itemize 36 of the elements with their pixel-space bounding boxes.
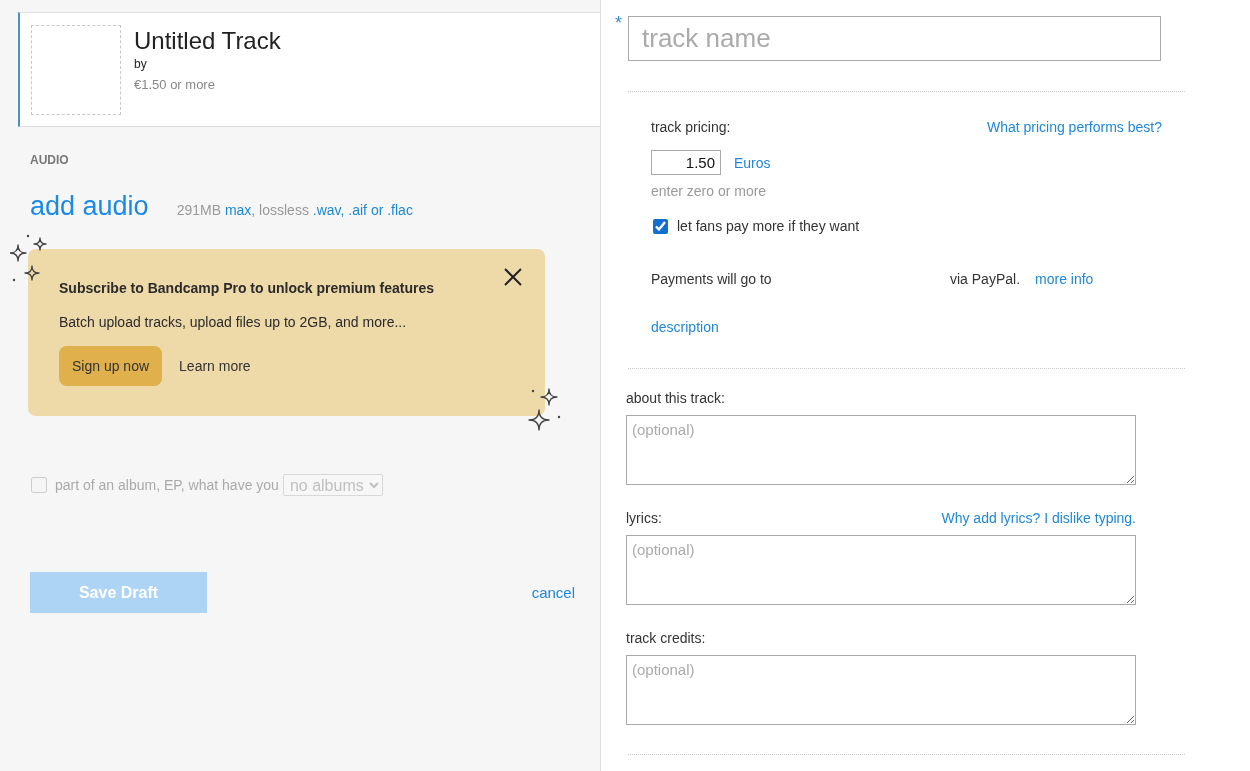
pay-more-label: let fans pay more if they want	[677, 217, 860, 235]
text-area[interactable]: (optional)	[626, 415, 1136, 485]
payments-text: Payments will go to	[651, 270, 773, 288]
track-title: Untitled Track	[134, 27, 281, 55]
file-limits-text: 291MB max, lossless .wav, .aif or .flac	[176, 202, 413, 218]
text-area[interactable]: (optional)	[626, 535, 1136, 605]
audio-heading: AUDIO	[30, 153, 70, 167]
sign-up-button[interactable]: Sign up now	[59, 346, 163, 386]
price-hint: enter zero or more	[651, 182, 768, 200]
promo-text: Batch upload tracks, upload files up to 2GB, and more...	[59, 313, 408, 331]
required-mark: *	[615, 16, 623, 35]
learn-more-link[interactable]: Learn more	[179, 358, 251, 374]
track-pricing-label: track pricing:	[651, 118, 731, 136]
album-label: part of an album, EP, what have you	[55, 477, 279, 493]
format-link[interactable]: .wav, .aif or .flac	[312, 202, 413, 218]
more-info-link[interactable]: more info	[1035, 270, 1094, 288]
sparkles-icon	[528, 386, 562, 432]
cancel-link[interactable]: cancel	[531, 584, 575, 601]
price-text: €1.50 or more	[134, 77, 216, 93]
text-area[interactable]: (optional)	[626, 655, 1136, 725]
field-help-link[interactable]: Why add lyrics? I dislike typing.	[941, 509, 1136, 527]
pricing-help-link[interactable]: What pricing performs best?	[986, 118, 1162, 136]
track-name-field[interactable]: track name	[628, 16, 1161, 61]
close-icon	[504, 268, 522, 286]
field-label: lyrics:	[626, 509, 662, 527]
pay-more-checkbox[interactable]	[653, 218, 668, 234]
field-label: about this track:	[626, 389, 725, 407]
price-field[interactable]: 1.50	[651, 150, 721, 175]
paypal-text: via PayPal.	[950, 270, 1021, 288]
add-audio-link[interactable]: add audio	[30, 190, 149, 222]
artist-byline: by	[134, 56, 148, 72]
promo-title: Subscribe to Bandcamp Pro to unlock premium features	[59, 279, 435, 297]
close-button[interactable]	[504, 268, 522, 286]
description-link[interactable]: description	[651, 319, 719, 335]
currency-link[interactable]: Euros	[734, 153, 771, 172]
field-label: track credits:	[626, 629, 706, 647]
